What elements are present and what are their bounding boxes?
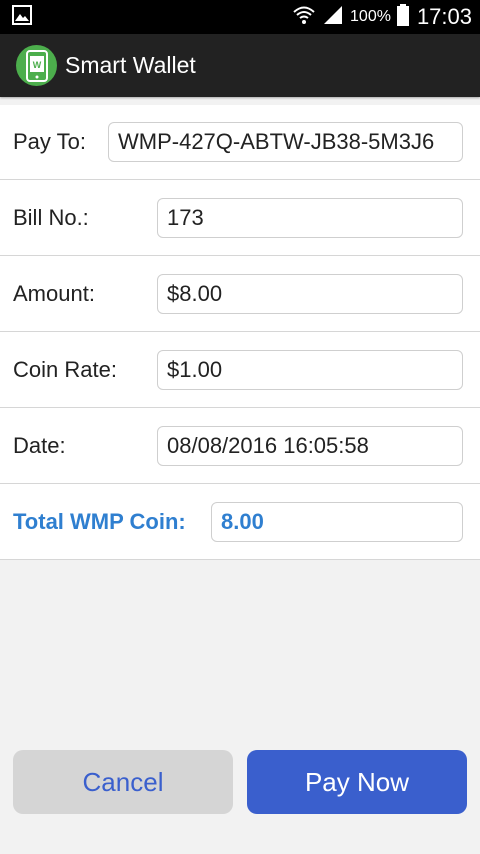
total-field[interactable]: 8.00 bbox=[211, 501, 463, 542]
cancel-button[interactable]: Cancel bbox=[13, 750, 233, 814]
status-left bbox=[12, 4, 32, 30]
action-bar: W Smart Wallet bbox=[0, 34, 480, 97]
screen: 100% 17:03 W Smart Wallet Pay To: WMP-42… bbox=[0, 0, 480, 854]
gallery-notification-icon bbox=[12, 4, 32, 30]
amount-row: Amount: $8.00 bbox=[0, 256, 480, 332]
bill-no-row: Bill No.: 173 bbox=[0, 180, 480, 256]
wifi-icon bbox=[292, 4, 316, 31]
date-label: Date: bbox=[13, 432, 66, 458]
total-row: Total WMP Coin: 8.00 bbox=[0, 484, 480, 560]
svg-text:W: W bbox=[32, 60, 41, 70]
payment-form: Pay To: WMP-427Q-ABTW-JB38-5M3J6 Bill No… bbox=[0, 105, 480, 560]
battery-percent: 100% bbox=[350, 8, 391, 25]
wallet-app-icon: W bbox=[16, 45, 57, 86]
total-label: Total WMP Coin: bbox=[13, 508, 186, 534]
signal-icon bbox=[322, 4, 344, 31]
bill-no-label: Bill No.: bbox=[13, 204, 89, 230]
bill-no-field[interactable]: 173 bbox=[157, 197, 463, 238]
coin-rate-row: Coin Rate: $1.00 bbox=[0, 332, 480, 408]
date-row: Date: 08/08/2016 16:05:58 bbox=[0, 408, 480, 484]
date-field[interactable]: 08/08/2016 16:05:58 bbox=[157, 425, 463, 466]
coin-rate-label: Coin Rate: bbox=[13, 356, 117, 382]
pay-to-label: Pay To: bbox=[13, 129, 86, 154]
amount-label: Amount: bbox=[13, 280, 95, 306]
app-title: Smart Wallet bbox=[65, 52, 196, 78]
pay-to-field[interactable]: WMP-427Q-ABTW-JB38-5M3J6 bbox=[108, 122, 463, 162]
coin-rate-field[interactable]: $1.00 bbox=[157, 349, 463, 390]
status-right: 100% 17:03 bbox=[292, 3, 472, 31]
status-bar: 100% 17:03 bbox=[0, 0, 480, 34]
clock: 17:03 bbox=[416, 4, 472, 29]
battery-icon bbox=[396, 3, 409, 31]
pay-to-row: Pay To: WMP-427Q-ABTW-JB38-5M3J6 bbox=[0, 105, 480, 180]
amount-field[interactable]: $8.00 bbox=[157, 273, 463, 314]
pay-now-button[interactable]: Pay Now bbox=[247, 750, 467, 814]
